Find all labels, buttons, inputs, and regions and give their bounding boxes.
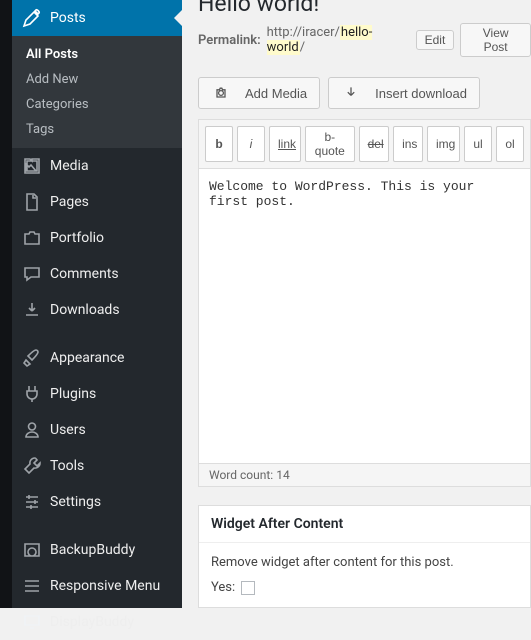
sidebar-item-responsive-menu[interactable]: Responsive Menu	[12, 568, 182, 604]
collapse-bar[interactable]	[0, 0, 12, 608]
sidebar-item-backupbuddy[interactable]: BackupBuddy	[12, 532, 182, 568]
sidebar-item-users[interactable]: Users	[12, 412, 182, 448]
download-icon	[22, 300, 42, 320]
sidebar-item-label: Responsive Menu	[50, 578, 160, 594]
permalink-row: Permalink: http://iracer/hello-world/ Ed…	[198, 19, 531, 69]
sidebar-item-label: Tools	[50, 458, 84, 474]
sidebar-item-posts[interactable]: Posts	[12, 0, 182, 36]
media-icon	[22, 156, 42, 176]
media-toolbar: Add Media Insert download	[198, 77, 531, 109]
pin-icon	[22, 8, 42, 28]
sidebar-item-label: Users	[50, 422, 86, 438]
sidebar-item-comments[interactable]: Comments	[12, 256, 182, 292]
sidebar-item-label: Posts	[50, 10, 86, 26]
insert-download-button[interactable]: Insert download	[328, 77, 480, 109]
portfolio-icon	[22, 228, 42, 248]
sidebar-item-label: Portfolio	[50, 230, 104, 246]
qt-ins-button[interactable]: ins	[393, 126, 423, 162]
sidebar-subitem-categories[interactable]: Categories	[12, 92, 182, 117]
view-post-button[interactable]: View Post	[460, 23, 531, 57]
sidebar-subitem-tags[interactable]: Tags	[12, 117, 182, 142]
permalink-url: http://iracer/hello-world/	[267, 25, 410, 55]
sidebar-item-portfolio[interactable]: Portfolio	[12, 220, 182, 256]
metabox-title[interactable]: Widget After Content	[199, 506, 530, 543]
sidebar-item-label: Comments	[50, 266, 119, 282]
camera-icon	[211, 83, 231, 103]
qt-i-button[interactable]: i	[237, 126, 265, 162]
qt-ul-button[interactable]: ul	[464, 126, 492, 162]
sidebar-item-displaybuddy[interactable]: DisplayBuddy	[12, 604, 182, 640]
add-media-button[interactable]: Add Media	[198, 77, 320, 109]
sidebar-item-media[interactable]: Media	[12, 148, 182, 184]
metabox-checkbox-label: Yes:	[211, 580, 235, 595]
sidebar-subitem-add-new[interactable]: Add New	[12, 67, 182, 92]
qt-del-button[interactable]: del	[359, 126, 389, 162]
sidebar-item-label: DisplayBuddy	[50, 614, 134, 630]
sidebar-item-appearance[interactable]: Appearance	[12, 340, 182, 376]
edit-permalink-button[interactable]: Edit	[416, 30, 455, 50]
user-icon	[22, 420, 42, 440]
display-icon	[22, 612, 42, 632]
sidebar-item-pages[interactable]: Pages	[12, 184, 182, 220]
sliders-icon	[22, 492, 42, 512]
sidebar-item-settings[interactable]: Settings	[12, 484, 182, 520]
editor-box: bilinkb-quotedelinsimgulol Welcome to Wo…	[198, 119, 531, 464]
download-arrow-icon	[341, 83, 361, 103]
sidebar-item-label: Appearance	[50, 350, 124, 366]
admin-sidebar: Posts All PostsAdd NewCategoriesTags Media…	[0, 0, 182, 608]
sidebar-subitem-all-posts[interactable]: All Posts	[12, 42, 182, 67]
qt-ol-button[interactable]: ol	[496, 126, 524, 162]
wordcount-bar: Word count: 14	[198, 464, 531, 487]
comment-icon	[22, 264, 42, 284]
sidebar-item-label: Settings	[50, 494, 101, 510]
wordcount-value: 14	[276, 468, 290, 482]
sidebar-item-tools[interactable]: Tools	[12, 448, 182, 484]
qt-img-button[interactable]: img	[427, 126, 460, 162]
backup-icon	[22, 540, 42, 560]
sidebar-item-label: Pages	[50, 194, 89, 210]
sidebar-item-label: Downloads	[50, 302, 120, 318]
qt-link-button[interactable]: link	[269, 126, 301, 162]
wrench-icon	[22, 456, 42, 476]
remove-widget-checkbox[interactable]	[241, 581, 255, 595]
sidebar-item-downloads[interactable]: Downloads	[12, 292, 182, 328]
sidebar-item-plugins[interactable]: Plugins	[12, 376, 182, 412]
main-content: Hello world! Permalink: http://iracer/he…	[182, 0, 531, 608]
sidebar-item-label: Media	[50, 158, 89, 174]
post-title: Hello world!	[198, 0, 531, 19]
page-icon	[22, 192, 42, 212]
qt-b-quote-button[interactable]: b-quote	[305, 126, 355, 162]
sidebar-item-label: Plugins	[50, 386, 96, 402]
quicktags-toolbar: bilinkb-quotedelinsimgulol	[199, 120, 530, 169]
sidebar-item-label: BackupBuddy	[50, 542, 135, 558]
qt-b-button[interactable]: b	[205, 126, 233, 162]
hamburger-icon	[22, 576, 42, 596]
post-content-textarea[interactable]: Welcome to WordPress. This is your first…	[199, 169, 530, 463]
brush-icon	[22, 348, 42, 368]
permalink-label: Permalink:	[198, 33, 261, 48]
plug-icon	[22, 384, 42, 404]
widget-after-content-metabox: Widget After Content Remove widget after…	[198, 505, 531, 608]
metabox-desc: Remove widget after content for this pos…	[211, 555, 518, 570]
